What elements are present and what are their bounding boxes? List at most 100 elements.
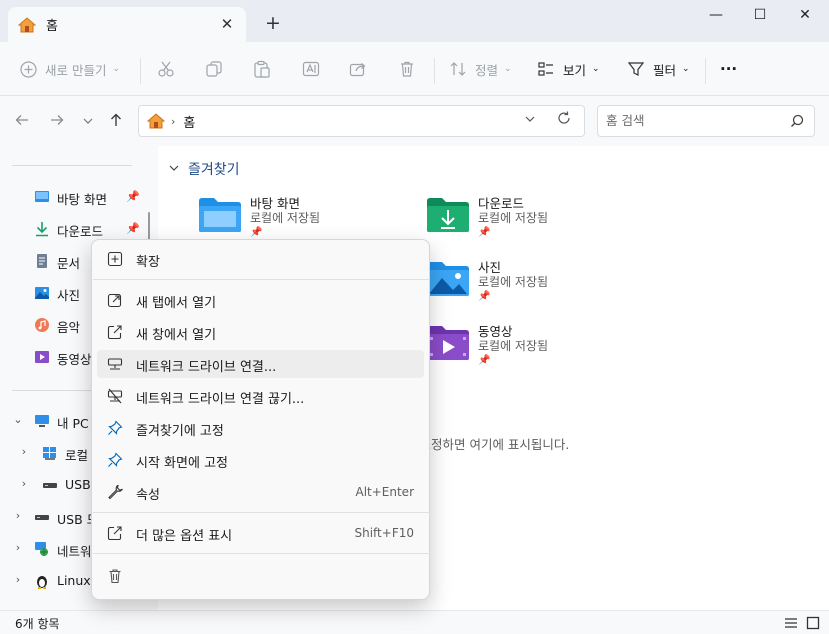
view-label: 보기 bbox=[563, 62, 587, 78]
tile-downloads[interactable]: 다운로드 로컬에 저장됨 📌 bbox=[426, 193, 646, 249]
paste-icon bbox=[254, 60, 270, 78]
title-bar: 홈 ✕ + — ☐ ✕ bbox=[0, 0, 829, 42]
view-layout-icon bbox=[538, 62, 553, 76]
trash-icon bbox=[109, 569, 121, 584]
tab-home[interactable]: 홈 ✕ bbox=[8, 7, 246, 42]
videos-folder-icon bbox=[427, 326, 469, 360]
usb-drive-icon bbox=[35, 515, 49, 520]
details-view-icon[interactable] bbox=[784, 616, 798, 630]
maximize-button[interactable]: ☐ bbox=[747, 4, 773, 26]
tiles-view-icon[interactable] bbox=[806, 616, 820, 630]
share-button[interactable] bbox=[349, 56, 367, 82]
sidebar-item-desktop[interactable]: 바탕 화면 📌 bbox=[0, 183, 150, 211]
paste-button[interactable] bbox=[253, 56, 271, 82]
favorites-section-header[interactable]: 즐겨찾기 bbox=[168, 159, 240, 179]
expander-icon[interactable]: › bbox=[12, 541, 24, 554]
expander-icon[interactable]: › bbox=[12, 573, 24, 586]
menu-item-label: 즐겨찾기에 고정 bbox=[136, 424, 224, 439]
tab-close-icon[interactable]: ✕ bbox=[218, 15, 236, 33]
open-new-window-icon bbox=[107, 325, 122, 340]
back-button[interactable] bbox=[12, 112, 32, 132]
menu-item-open-new-tab[interactable]: 새 탭에서 열기 bbox=[97, 286, 424, 314]
toolbar-divider bbox=[140, 58, 141, 84]
breadcrumb-separator: › bbox=[171, 114, 176, 128]
rename-icon bbox=[302, 61, 320, 77]
sort-icon bbox=[450, 62, 466, 76]
menu-item-label: 새 창에서 열기 bbox=[136, 328, 217, 343]
menu-item-delete[interactable] bbox=[97, 562, 424, 590]
menu-item-map-network-drive[interactable]: 네트워크 드라이브 연결... bbox=[97, 350, 424, 378]
tile-videos[interactable]: 동영상 로컬에 저장됨 📌 bbox=[426, 321, 646, 377]
search-icon[interactable] bbox=[790, 114, 804, 131]
refresh-icon[interactable] bbox=[556, 110, 572, 130]
menu-item-expand[interactable]: 확장 bbox=[97, 245, 424, 273]
expander-icon[interactable]: ⌄ bbox=[12, 413, 24, 426]
menu-item-pin-start[interactable]: 시작 화면에 고정 bbox=[97, 446, 424, 474]
menu-item-disconnect-network-drive[interactable]: 네트워크 드라이브 연결 끊기... bbox=[97, 382, 424, 410]
expander-icon[interactable]: › bbox=[18, 477, 30, 490]
menu-item-pin-favorites[interactable]: 즐겨찾기에 고정 bbox=[97, 414, 424, 442]
search-input[interactable] bbox=[606, 106, 786, 134]
breadcrumb-home[interactable]: 홈 bbox=[183, 112, 195, 131]
expander-icon[interactable]: › bbox=[12, 509, 24, 522]
filter-button[interactable]: 필터 ⌄ bbox=[627, 56, 690, 82]
new-tab-button[interactable]: + bbox=[262, 12, 284, 34]
section-title: 즐겨찾기 bbox=[188, 162, 240, 178]
tile-status: 로컬에 저장됨 bbox=[250, 211, 321, 225]
filter-label: 필터 bbox=[653, 62, 677, 78]
close-button[interactable]: ✕ bbox=[792, 4, 818, 26]
menu-item-show-more-options[interactable]: 더 많은 옵션 표시 Shift+F10 bbox=[97, 519, 424, 547]
menu-item-label: 네트워크 드라이브 연결... bbox=[136, 360, 277, 375]
sidebar-item-label: 바탕 화면 bbox=[57, 192, 107, 207]
recent-locations-button[interactable] bbox=[78, 112, 98, 132]
tile-pictures[interactable]: 사진 로컬에 저장됨 📌 bbox=[426, 257, 646, 313]
map-network-drive-icon bbox=[107, 358, 123, 370]
new-button[interactable]: 새로 만들기 ⌄ bbox=[20, 56, 120, 82]
sidebar-item-label: 로컬 bbox=[65, 448, 89, 463]
toolbar-divider bbox=[434, 58, 435, 84]
pictures-icon bbox=[35, 287, 49, 299]
sidebar-item-label: 다운로드 bbox=[57, 224, 104, 239]
menu-item-label: 네트워크 드라이브 연결 끊기... bbox=[136, 392, 305, 407]
home-icon bbox=[147, 113, 165, 129]
sidebar-divider bbox=[12, 165, 132, 166]
pin-icon: 📌 bbox=[250, 227, 263, 238]
pin-icon: 📌 bbox=[126, 190, 140, 203]
menu-item-open-new-window[interactable]: 새 창에서 열기 bbox=[97, 318, 424, 346]
tab-title: 홈 bbox=[46, 19, 58, 34]
menu-separator bbox=[93, 512, 430, 513]
menu-separator bbox=[93, 279, 430, 280]
pin-icon: 📌 bbox=[478, 291, 491, 302]
minimize-button[interactable]: — bbox=[703, 4, 729, 26]
arrow-up-icon bbox=[111, 113, 121, 126]
copy-button[interactable] bbox=[205, 56, 223, 82]
sidebar-item-label: 사진 bbox=[57, 288, 81, 303]
menu-item-shortcut: Shift+F10 bbox=[354, 526, 414, 540]
context-menu: 확장 새 탭에서 열기 새 창에서 열기 네트워크 드라이브 연결... 네트워… bbox=[91, 239, 430, 600]
linux-penguin-icon bbox=[37, 576, 47, 589]
menu-item-label: 속성 bbox=[136, 488, 160, 503]
expander-icon[interactable]: › bbox=[18, 445, 30, 458]
download-icon bbox=[36, 222, 48, 237]
delete-button[interactable] bbox=[398, 56, 416, 82]
disconnect-network-drive-icon bbox=[107, 388, 123, 404]
sort-button[interactable]: 정렬 ⌄ bbox=[449, 56, 512, 82]
address-bar[interactable]: › 홈 bbox=[138, 105, 585, 137]
pin-start-icon bbox=[108, 452, 123, 467]
more-options-button[interactable]: ··· bbox=[720, 56, 737, 82]
search-box[interactable] bbox=[597, 105, 815, 137]
chevron-down-icon: ⌄ bbox=[592, 64, 600, 74]
address-dropdown-icon[interactable] bbox=[524, 113, 536, 128]
up-button[interactable] bbox=[106, 112, 126, 132]
menu-item-properties[interactable]: 속성 Alt+Enter bbox=[97, 478, 424, 506]
menu-item-label: 더 많은 옵션 표시 bbox=[136, 529, 233, 544]
rename-button[interactable] bbox=[302, 56, 320, 82]
forward-button[interactable] bbox=[47, 112, 67, 132]
sort-label: 정렬 bbox=[475, 62, 499, 78]
tile-status: 로컬에 저장됨 bbox=[478, 339, 549, 353]
view-button[interactable]: 보기 ⌄ bbox=[537, 56, 600, 82]
plus-circle-icon bbox=[20, 60, 37, 78]
cut-button[interactable] bbox=[157, 56, 175, 82]
network-icon bbox=[35, 542, 48, 556]
downloads-folder-icon bbox=[427, 198, 469, 232]
